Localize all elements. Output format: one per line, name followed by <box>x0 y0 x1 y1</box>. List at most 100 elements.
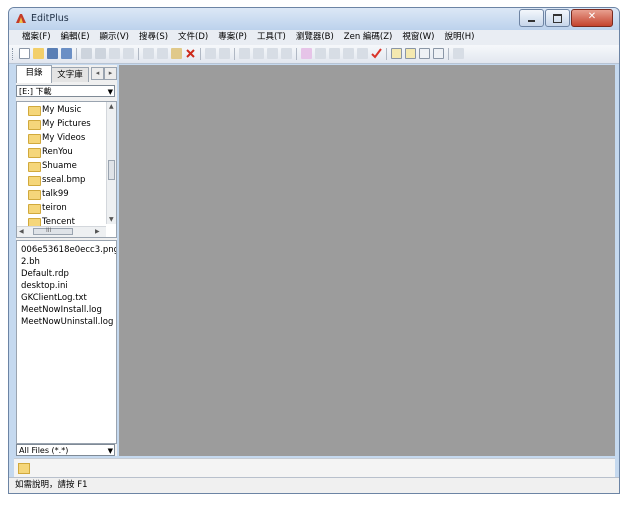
folder-icon <box>28 190 41 200</box>
cliptext-window-icon[interactable] <box>405 48 416 59</box>
scrollbar-thumb[interactable] <box>108 160 115 180</box>
folder-icon <box>28 176 41 186</box>
sidebar-panel: 目錄 文字庫 ◂ ▸ [E:] 下載 ▼ My Music My Picture… <box>16 65 117 456</box>
menu-project[interactable]: 專案(P) <box>213 30 252 45</box>
tree-item-label: talk99 <box>42 189 69 199</box>
maximize-button[interactable] <box>545 9 570 27</box>
file-list-item[interactable]: GKClientLog.txt <box>21 292 87 304</box>
tree-item-folder[interactable]: Shuame <box>28 160 77 173</box>
browser-preview-icon[interactable] <box>123 48 134 59</box>
save-all-icon[interactable] <box>61 48 72 59</box>
folder-icon <box>28 162 41 172</box>
title-bar[interactable]: EditPlus ✕ <box>9 8 619 30</box>
folder-icon <box>28 204 41 214</box>
replace-icon[interactable] <box>253 48 264 59</box>
file-list-item[interactable]: 2.bh <box>21 256 40 268</box>
chevron-down-icon: ▼ <box>107 447 113 455</box>
menu-help[interactable]: 說明(H) <box>439 30 479 45</box>
file-filter-select[interactable]: All Files (*.*) ▼ <box>16 444 115 456</box>
column-select-icon[interactable] <box>357 48 368 59</box>
tree-item-folder[interactable]: talk99 <box>28 188 69 201</box>
scroll-down-icon[interactable]: ▼ <box>109 216 114 223</box>
file-list-item[interactable]: MeetNowUninstall.log <box>21 316 113 328</box>
cut-icon[interactable] <box>143 48 154 59</box>
menu-tools[interactable]: 工具(T) <box>252 30 291 45</box>
tree-item-folder[interactable]: teiron <box>28 202 67 215</box>
menu-file[interactable]: 檔案(F) <box>17 30 56 45</box>
file-list-item[interactable]: 006e53618e0ecc3.png <box>21 244 116 256</box>
toolbar-grip[interactable] <box>12 48 15 60</box>
redo-icon[interactable] <box>219 48 230 59</box>
delete-icon[interactable] <box>185 48 196 59</box>
line-number-icon[interactable] <box>329 48 340 59</box>
word-wrap-icon[interactable] <box>315 48 326 59</box>
folder-tree-vertical-scrollbar[interactable]: ▲ ▼ <box>106 102 116 224</box>
tree-item-folder[interactable]: sseal.bmp <box>28 174 85 187</box>
document-icon[interactable] <box>18 463 30 474</box>
tree-item-label: My Music <box>42 105 82 115</box>
open-folder-icon[interactable] <box>33 48 44 59</box>
file-filter-value: All Files (*.*) <box>19 446 69 455</box>
toolbar-separator <box>296 48 297 60</box>
help-icon[interactable] <box>453 48 464 59</box>
menu-search[interactable]: 搜尋(S) <box>134 30 173 45</box>
tree-item-folder[interactable]: RenYou <box>28 146 73 159</box>
spellcheck-icon[interactable] <box>109 48 120 59</box>
folder-tree-horizontal-scrollbar[interactable]: ◀ III ▶ <box>17 226 106 237</box>
editplus-app-icon <box>16 14 26 23</box>
tree-item-label: RenYou <box>42 147 73 157</box>
font-size-icon[interactable] <box>301 48 312 59</box>
scroll-up-icon[interactable]: ▲ <box>109 103 114 110</box>
tab-directory[interactable]: 目錄 <box>16 65 52 83</box>
scroll-left-icon[interactable]: ◀ <box>19 228 24 235</box>
output-window-icon[interactable] <box>419 48 430 59</box>
file-list[interactable]: 006e53618e0ecc3.png 2.bh Default.rdp des… <box>16 240 117 444</box>
minimize-button[interactable] <box>519 9 544 27</box>
tree-item-folder[interactable]: My Videos <box>28 132 85 145</box>
save-icon[interactable] <box>47 48 58 59</box>
close-button[interactable]: ✕ <box>571 9 613 27</box>
scrollbar-thumb[interactable]: III <box>33 227 73 235</box>
bookmark-icon[interactable] <box>281 48 292 59</box>
editor-area[interactable] <box>119 65 615 456</box>
tree-item-folder[interactable]: My Music <box>28 104 82 117</box>
menu-view[interactable]: 顯示(V) <box>95 30 134 45</box>
tab-scroll-left-button[interactable]: ◂ <box>91 67 104 80</box>
scroll-right-icon[interactable]: ▶ <box>95 228 100 235</box>
tab-cliptext[interactable]: 文字庫 <box>51 67 89 82</box>
print-preview-icon[interactable] <box>95 48 106 59</box>
file-list-item[interactable]: desktop.ini <box>21 280 68 292</box>
menu-browser[interactable]: 瀏覽器(B) <box>291 30 339 45</box>
scrollbar-grip-label: III <box>46 227 52 234</box>
directory-window-icon[interactable] <box>391 48 402 59</box>
tab-scroll-right-button[interactable]: ▸ <box>104 67 117 80</box>
tree-item-label: My Pictures <box>42 119 91 129</box>
toolbar-separator <box>138 48 139 60</box>
minimize-icon <box>528 20 535 22</box>
file-list-item[interactable]: Default.rdp <box>21 268 69 280</box>
fullscreen-icon[interactable] <box>433 48 444 59</box>
undo-icon[interactable] <box>205 48 216 59</box>
check-icon[interactable] <box>371 48 382 59</box>
menu-document[interactable]: 文件(D) <box>173 30 213 45</box>
paste-icon[interactable] <box>171 48 182 59</box>
menu-window[interactable]: 視窗(W) <box>397 30 439 45</box>
new-file-icon[interactable] <box>19 48 30 59</box>
goto-icon[interactable] <box>267 48 278 59</box>
tree-item-folder[interactable]: My Pictures <box>28 118 91 131</box>
drive-select[interactable]: [E:] 下載 ▼ <box>16 85 115 97</box>
ruler-icon[interactable] <box>343 48 354 59</box>
find-icon[interactable] <box>239 48 250 59</box>
copy-icon[interactable] <box>157 48 168 59</box>
toolbar-separator <box>386 48 387 60</box>
file-list-item[interactable]: MeetNowInstall.log <box>21 304 102 316</box>
folder-tree[interactable]: My Music My Pictures My Videos RenYou Sh… <box>16 101 117 238</box>
print-icon[interactable] <box>81 48 92 59</box>
menu-edit[interactable]: 編輯(E) <box>56 30 95 45</box>
toolbar-separator <box>76 48 77 60</box>
menu-zen-coding[interactable]: Zen 編碼(Z) <box>339 30 398 45</box>
tree-item-label: Shuame <box>42 161 77 171</box>
drive-select-value: [E:] 下載 <box>19 87 52 96</box>
tree-item-label: teiron <box>42 203 67 213</box>
status-text: 如需說明，請按 F1 <box>15 480 88 490</box>
